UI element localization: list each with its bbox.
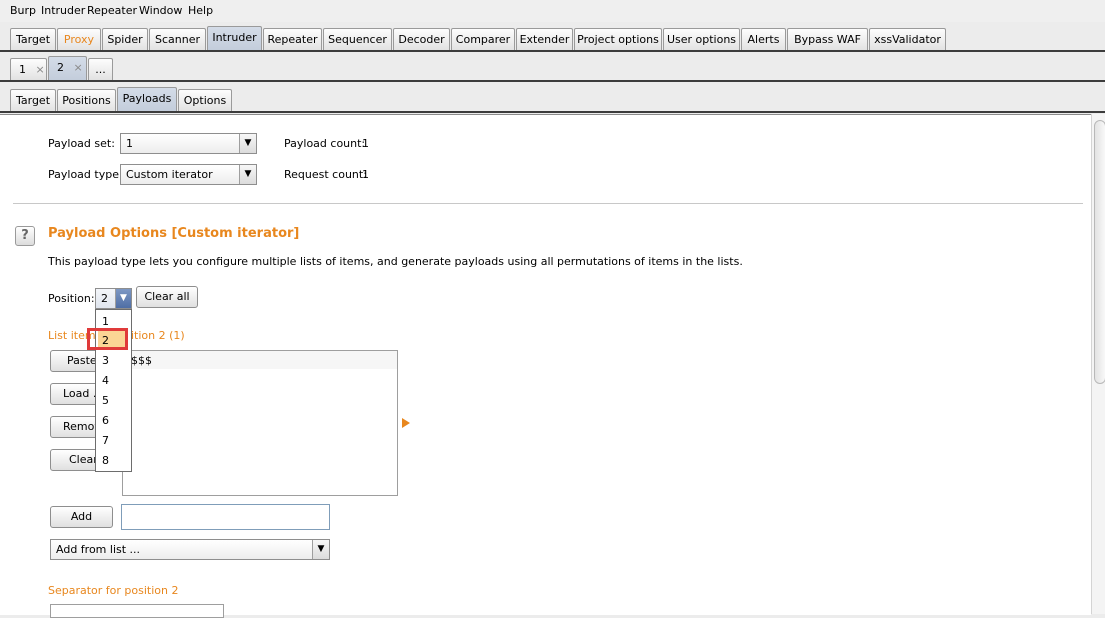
tab-spider[interactable]: Spider: [102, 28, 148, 50]
add-from-list-select[interactable]: Add from list ... ▼: [50, 539, 330, 560]
payload-count-value: 1: [362, 137, 369, 150]
section-divider: [13, 203, 1083, 204]
position-option-7[interactable]: 7: [102, 434, 109, 447]
tab-user-options[interactable]: User options: [663, 28, 740, 50]
menu-repeater[interactable]: Repeater: [87, 4, 137, 17]
separator-input[interactable]: [50, 604, 224, 618]
position-option-5[interactable]: 5: [102, 394, 109, 407]
subtab-separator: [0, 111, 1105, 113]
subtab-target[interactable]: Target: [10, 89, 56, 111]
add-button[interactable]: Add: [50, 506, 113, 528]
chevron-down-icon: ▼: [239, 134, 256, 153]
list-items-box[interactable]: $$$: [122, 350, 398, 496]
expand-arrow-icon[interactable]: [401, 418, 411, 428]
tab-repeater[interactable]: Repeater: [263, 28, 322, 50]
section-title: Payload Options [Custom iterator]: [48, 226, 300, 241]
add-item-input[interactable]: [121, 504, 330, 530]
tab-separator: [0, 50, 1105, 52]
menu-bar: Burp Intruder Repeater Window Help: [0, 0, 1105, 22]
close-icon[interactable]: ×: [74, 61, 83, 74]
payload-count-label: Payload count:: [284, 137, 366, 150]
attack-tab-2[interactable]: 2 ×: [48, 56, 87, 80]
attack-tab-1[interactable]: 1 ×: [10, 58, 47, 80]
position-option-1[interactable]: 1: [102, 315, 109, 328]
tab-decoder[interactable]: Decoder: [393, 28, 450, 50]
tab-scanner[interactable]: Scanner: [149, 28, 206, 50]
list-items-label-position: ition 2 (1): [131, 329, 185, 342]
separator-label: Separator for position 2: [48, 584, 179, 597]
tab-alerts[interactable]: Alerts: [741, 28, 786, 50]
request-count-value: 1: [362, 168, 369, 181]
help-icon[interactable]: ?: [15, 226, 35, 246]
clear-all-button[interactable]: Clear all: [136, 286, 198, 308]
subtab-options[interactable]: Options: [178, 89, 232, 111]
request-count-label: Request count:: [284, 168, 367, 181]
tab-extender[interactable]: Extender: [516, 28, 573, 50]
tab-intruder[interactable]: Intruder: [207, 26, 262, 50]
chevron-down-icon: ▼: [115, 289, 131, 308]
chevron-down-icon: ▼: [312, 540, 329, 559]
payload-set-label: Payload set:: [48, 137, 115, 150]
chevron-down-icon: ▼: [239, 165, 256, 184]
attack-tab-separator: [0, 80, 1105, 82]
tab-target[interactable]: Target: [10, 28, 56, 50]
position-option-3[interactable]: 3: [102, 354, 109, 367]
payload-type-select[interactable]: Custom iterator ▼: [120, 164, 257, 185]
highlight-box: [87, 328, 128, 350]
payload-set-select[interactable]: 1 ▼: [120, 133, 257, 154]
subtab-positions[interactable]: Positions: [57, 89, 116, 111]
menu-help[interactable]: Help: [188, 4, 213, 17]
tab-sequencer[interactable]: Sequencer: [323, 28, 392, 50]
position-option-8[interactable]: 8: [102, 454, 109, 467]
scrollbar-thumb[interactable]: [1094, 120, 1105, 384]
tab-comparer[interactable]: Comparer: [451, 28, 515, 50]
attack-tab-new[interactable]: ...: [88, 58, 113, 80]
position-select[interactable]: 2 ▼: [95, 288, 132, 309]
position-label: Position:: [48, 292, 95, 305]
tab-proxy[interactable]: Proxy: [57, 28, 101, 50]
tab-xssvalidator[interactable]: xssValidator: [869, 28, 946, 50]
position-option-6[interactable]: 6: [102, 414, 109, 427]
tab-bypass-waf[interactable]: Bypass WAF: [787, 28, 868, 50]
section-description: This payload type lets you configure mul…: [48, 255, 743, 268]
list-item[interactable]: $$$: [131, 354, 152, 367]
menu-intruder[interactable]: Intruder: [41, 4, 85, 17]
subtab-payloads[interactable]: Payloads: [117, 87, 177, 111]
position-option-4[interactable]: 4: [102, 374, 109, 387]
tab-project-options[interactable]: Project options: [574, 28, 662, 50]
close-icon[interactable]: ×: [36, 63, 45, 76]
menu-burp[interactable]: Burp: [10, 4, 36, 17]
payload-type-label: Payload type:: [48, 168, 123, 181]
menu-window[interactable]: Window: [139, 4, 182, 17]
